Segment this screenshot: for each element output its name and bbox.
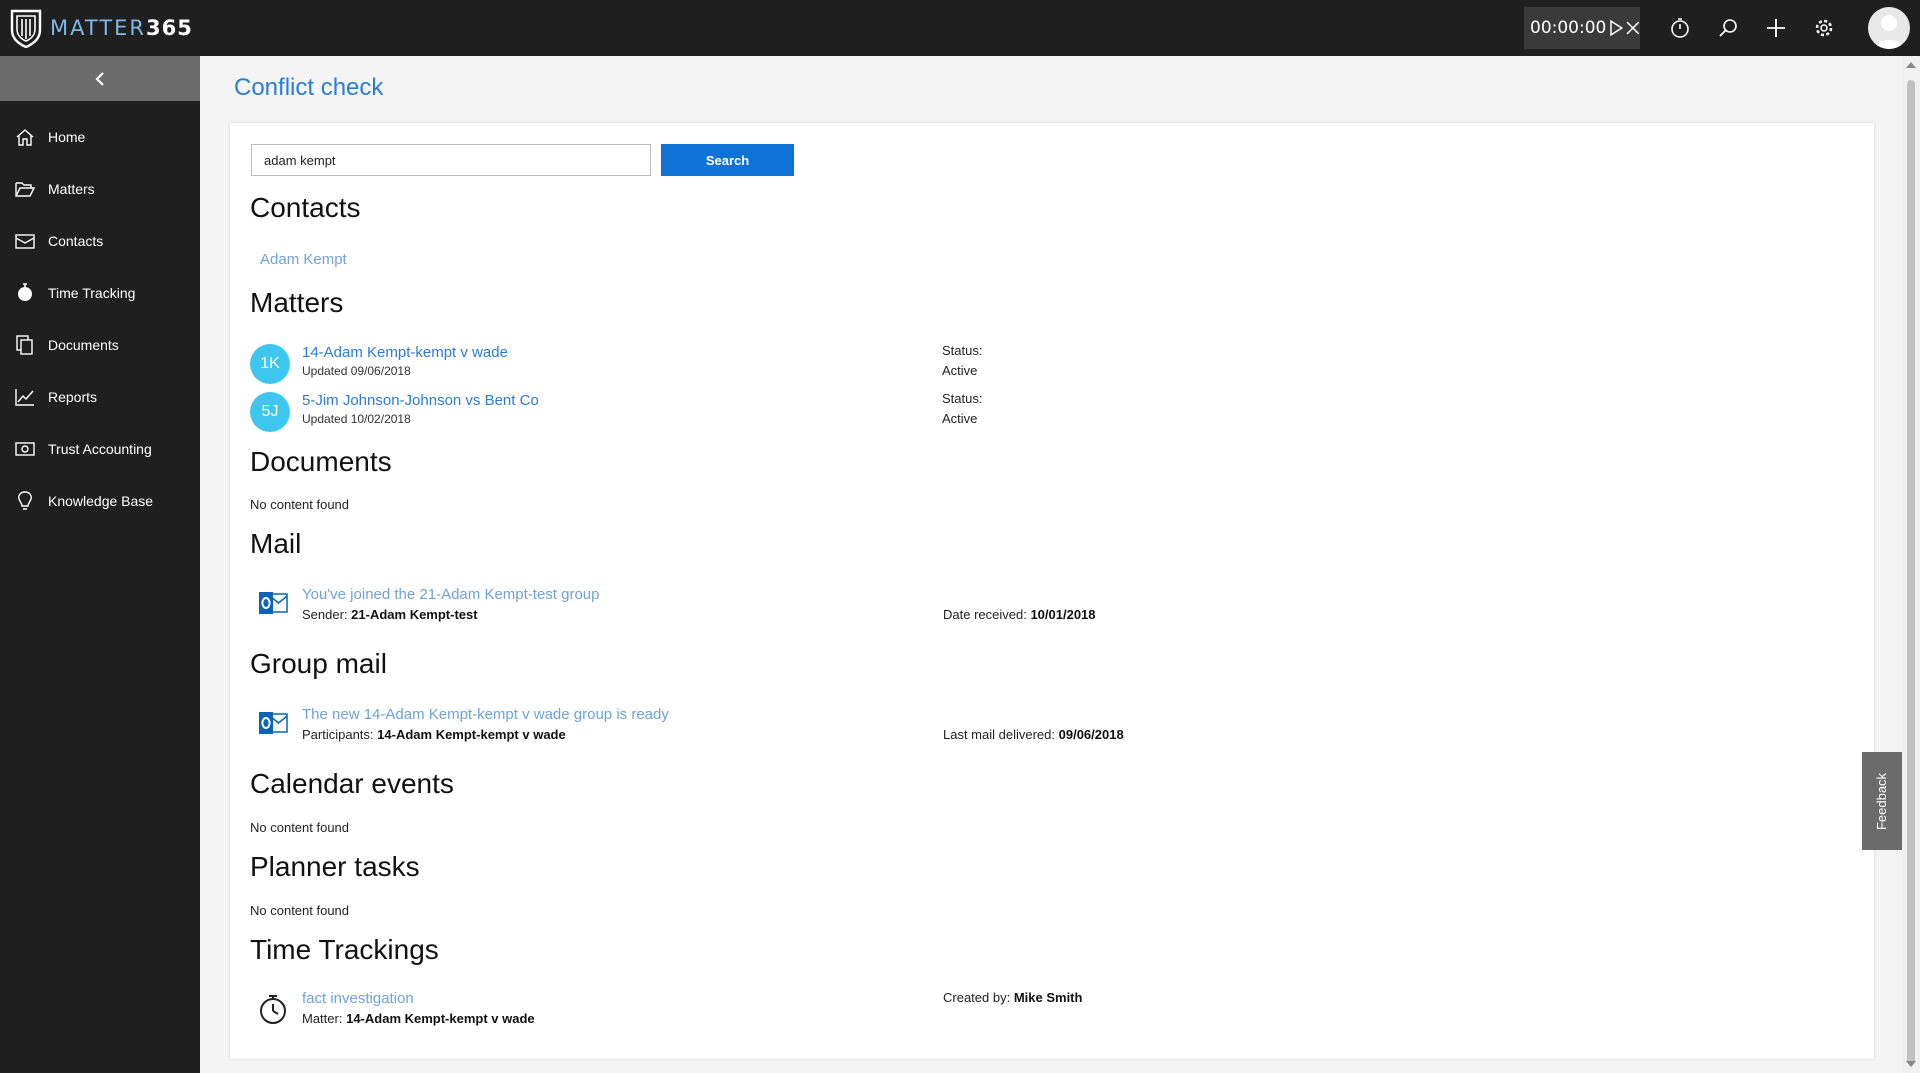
feedback-tab[interactable]: Feedback xyxy=(1862,752,1902,850)
search-icon xyxy=(1719,19,1737,37)
vertical-scrollbar[interactable] xyxy=(1902,56,1920,1073)
sidebar-item-contacts[interactable]: Contacts xyxy=(0,215,200,267)
matter-link[interactable]: 14-Adam Kempt-kempt v wade xyxy=(302,344,508,361)
play-icon[interactable] xyxy=(1609,20,1624,36)
shield-logo-icon xyxy=(10,9,42,48)
stopwatch-icon xyxy=(260,995,286,1024)
folder-open-icon xyxy=(14,178,36,200)
documents-empty: No content found xyxy=(250,497,350,512)
mail-heading: Mail xyxy=(250,528,302,559)
calendar-empty: No content found xyxy=(250,820,350,835)
results-card: Search Contacts Adam Kempt Matters 1K 14… xyxy=(230,123,1874,1059)
sidebar-nav: Home Matters Contacts Time Tracking Docu… xyxy=(0,111,200,527)
stopwatch-button[interactable] xyxy=(1656,0,1704,56)
time-entry-created-by: Created by: Mike Smith xyxy=(943,990,1083,1005)
scroll-thumb[interactable] xyxy=(1907,80,1915,1065)
matter-updated: Updated 10/02/2018 xyxy=(302,412,411,426)
search-row: Search xyxy=(251,144,794,176)
mail-date: Date received: 10/01/2018 xyxy=(943,607,1096,622)
time-entry-link[interactable]: fact investigation xyxy=(302,990,414,1007)
mail-subject-link[interactable]: You've joined the 21-Adam Kempt-test gro… xyxy=(302,586,600,603)
search-button[interactable]: Search xyxy=(661,144,794,176)
time-entry-matter: Matter: 14-Adam Kempt-kempt v wade xyxy=(302,1011,535,1026)
timer-widget: 00:00:00 xyxy=(1524,7,1640,49)
group-mail-heading: Group mail xyxy=(250,648,387,679)
mail-sender: Sender: 21-Adam Kempt-test xyxy=(302,607,478,622)
settings-button[interactable] xyxy=(1800,0,1848,56)
documents-icon xyxy=(14,334,36,356)
sidebar-item-reports[interactable]: Reports xyxy=(0,371,200,423)
matters-heading: Matters xyxy=(250,287,344,318)
matter-status: Active xyxy=(942,411,978,426)
sidebar-item-documents[interactable]: Documents xyxy=(0,319,200,371)
matter-status-label: Status: xyxy=(942,343,983,358)
planner-heading: Planner tasks xyxy=(250,851,420,882)
logo[interactable]: MATTER365 xyxy=(10,0,193,56)
contact-link[interactable]: Adam Kempt xyxy=(260,251,347,268)
contact-card-icon xyxy=(14,230,36,252)
top-bar: MATTER365 00:00:00 xyxy=(0,0,1920,56)
scroll-down-arrow[interactable] xyxy=(1906,1061,1916,1067)
lightbulb-icon xyxy=(14,490,36,512)
calendar-heading: Calendar events xyxy=(250,768,454,799)
group-mail-subject-link[interactable]: The new 14-Adam Kempt-kempt v wade group… xyxy=(302,706,669,723)
sidebar-item-home[interactable]: Home xyxy=(0,111,200,163)
matter-updated: Updated 09/06/2018 xyxy=(302,364,411,378)
documents-heading: Documents xyxy=(250,446,392,477)
stopwatch-icon xyxy=(14,282,36,304)
matter-initials-badge: 5J xyxy=(250,392,290,432)
outlook-icon xyxy=(259,712,288,734)
add-button[interactable] xyxy=(1752,0,1800,56)
home-icon xyxy=(14,126,36,148)
close-icon[interactable] xyxy=(1626,21,1640,35)
outlook-icon xyxy=(259,592,288,614)
page-title: Conflict check xyxy=(234,74,384,101)
top-actions: 00:00:00 xyxy=(1524,0,1920,56)
money-icon xyxy=(14,438,36,460)
matter-status: Active xyxy=(942,363,978,378)
brand-name: MATTER365 xyxy=(50,16,193,40)
main-content: Conflict check Search Contacts Adam Kemp… xyxy=(200,56,1902,1073)
sidebar-item-time-tracking[interactable]: Time Tracking xyxy=(0,267,200,319)
user-avatar[interactable] xyxy=(1868,7,1910,49)
scroll-up-arrow[interactable] xyxy=(1906,62,1916,68)
sidebar-item-knowledge-base[interactable]: Knowledge Base xyxy=(0,475,200,527)
chevron-left-icon xyxy=(95,71,104,86)
sidebar-collapse-button[interactable] xyxy=(0,56,200,101)
stopwatch-icon xyxy=(1671,18,1689,38)
sidebar: Home Matters Contacts Time Tracking Docu… xyxy=(0,56,200,1073)
plus-icon xyxy=(1767,19,1785,37)
matter-initials-badge: 1K xyxy=(250,344,290,384)
chart-line-icon xyxy=(14,386,36,408)
sidebar-item-matters[interactable]: Matters xyxy=(0,163,200,215)
timer-value: 00:00:00 xyxy=(1530,18,1607,38)
time-trackings-heading: Time Trackings xyxy=(250,934,439,965)
group-mail-participants: Participants: 14-Adam Kempt-kempt v wade xyxy=(302,727,566,742)
contacts-heading: Contacts xyxy=(250,192,361,223)
user-icon xyxy=(1874,15,1904,49)
matter-link[interactable]: 5-Jim Johnson-Johnson vs Bent Co xyxy=(302,392,539,409)
search-input[interactable] xyxy=(251,144,651,176)
planner-empty: No content found xyxy=(250,903,350,918)
sidebar-item-trust-accounting[interactable]: Trust Accounting xyxy=(0,423,200,475)
gear-icon xyxy=(1815,19,1833,37)
search-button[interactable] xyxy=(1704,0,1752,56)
group-mail-date: Last mail delivered: 09/06/2018 xyxy=(943,727,1124,742)
matter-status-label: Status: xyxy=(942,391,983,406)
